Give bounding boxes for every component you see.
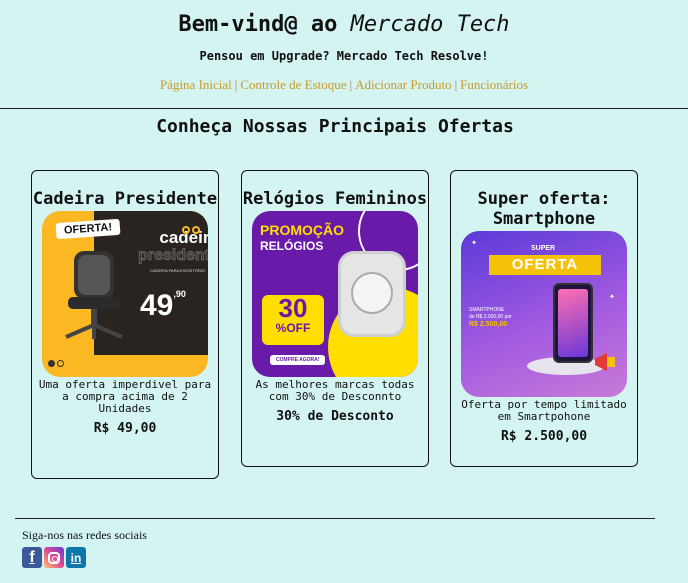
image-subtitle: CADEIRA PARA ESCRITÓRIO	[150, 268, 206, 273]
sparkle-icon: ✦	[608, 291, 615, 302]
info-product: SMARTPHONE	[469, 307, 505, 313]
image-info: SMARTPHONE de R$ 3.000,00 por R$ 2.500,00	[469, 307, 512, 329]
buy-now-button[interactable]: COMPRE AGORA!	[270, 355, 326, 365]
image-headline: PROMOÇÃO RELÓGIOS	[260, 223, 344, 254]
instagram-icon[interactable]	[44, 547, 64, 568]
image-line2: RELÓGIOS	[260, 239, 324, 253]
card-title: Super oferta: Smartphone	[477, 189, 611, 229]
offer-card-chair[interactable]: Cadeira Presidente OFERTA! cadeirapresid…	[31, 170, 219, 479]
facebook-icon[interactable]: f	[22, 547, 42, 568]
info-old-price: de R$ 3.000,00 por	[469, 314, 512, 320]
card-price: 30% de Desconto	[276, 409, 394, 424]
site-title: Bem-vind@ ao Mercado Tech	[0, 12, 688, 37]
footer-social-label: Siga-nos nas redes sociais	[22, 528, 147, 542]
watches-offer-image[interactable]: PROMOÇÃO RELÓGIOS 30 %OFF COMPRE AGORA!	[252, 211, 418, 377]
megaphone-icon	[595, 353, 615, 371]
watch-icon	[338, 251, 406, 337]
header-divider	[0, 108, 688, 109]
title-brand: Mercado Tech	[350, 12, 510, 37]
card-price: R$ 49,00	[93, 421, 157, 436]
nav-separator: |	[454, 77, 458, 92]
nav-separator: |	[349, 77, 353, 92]
tagline: Pensou em Upgrade? Mercado Tech Resolve!	[199, 49, 489, 63]
offer-card-watches[interactable]: Relógios Femininos PROMOÇÃO RELÓGIOS 30 %O…	[241, 170, 429, 467]
offer-card-smartphone[interactable]: Super oferta: Smartphone ✦ ✦ SUPER OFERT…	[450, 170, 638, 467]
decor-circles	[180, 219, 200, 238]
image-line1: PROMOÇÃO	[260, 222, 344, 238]
chair-offer-image[interactable]: OFERTA! cadeirapresidente CADEIRA PARA E…	[42, 211, 208, 377]
nav-link-add-product[interactable]: Adicionar Produto	[355, 77, 451, 92]
sparkle-icon: ✦	[471, 237, 478, 248]
card-title: Cadeira Presidente	[32, 189, 218, 209]
discount-number: 30	[278, 293, 308, 323]
info-new-price: R$ 2.500,00	[469, 321, 508, 328]
nav-link-home[interactable]: Página Inicial	[160, 77, 232, 92]
image-oferta-banner: OFERTA	[489, 255, 601, 275]
title-prefix: Bem-vind@ ao	[178, 12, 351, 37]
nav-link-stock[interactable]: Controle de Estoque	[240, 77, 346, 92]
discount-label: %OFF	[275, 321, 311, 335]
image-super-label: SUPER	[531, 245, 556, 252]
main-nav: Página Inicial | Controle de Estoque | Adici…	[0, 77, 688, 93]
image-price-cents: ,90	[173, 289, 186, 299]
nav-link-employees[interactable]: Funcionários	[460, 77, 528, 92]
footer-divider	[15, 518, 655, 519]
card-description: As melhores marcas todas com 30% de Desc…	[255, 378, 415, 403]
card-price: R$ 2.500,00	[500, 429, 588, 444]
discount-badge: 30 %OFF	[262, 295, 324, 345]
image-price: 49,90	[140, 289, 186, 323]
smartphone-offer-image[interactable]: ✦ ✦ SUPER OFERTA SMARTPHONE de R$ 3.000,0…	[461, 231, 627, 397]
social-links: f in	[22, 547, 86, 568]
smartphone-icon	[553, 283, 593, 363]
linkedin-icon[interactable]: in	[66, 547, 86, 568]
section-title: Conheça Nossas Principais Ofertas	[156, 116, 514, 137]
image-price-int: 49	[140, 289, 174, 322]
site-header: Bem-vind@ ao Mercado Tech Pensou em Upgr…	[0, 0, 688, 93]
card-description: Oferta por tempo limitado em Smartpohone	[461, 398, 627, 423]
office-chair-icon	[65, 251, 123, 339]
carousel-dots[interactable]	[48, 352, 66, 371]
nav-separator: |	[234, 77, 238, 92]
card-description: Uma oferta imperdivel para a compra acim…	[38, 378, 212, 415]
image-line2: presidente	[138, 247, 208, 265]
card-title: Relógios Femininos	[242, 189, 428, 209]
